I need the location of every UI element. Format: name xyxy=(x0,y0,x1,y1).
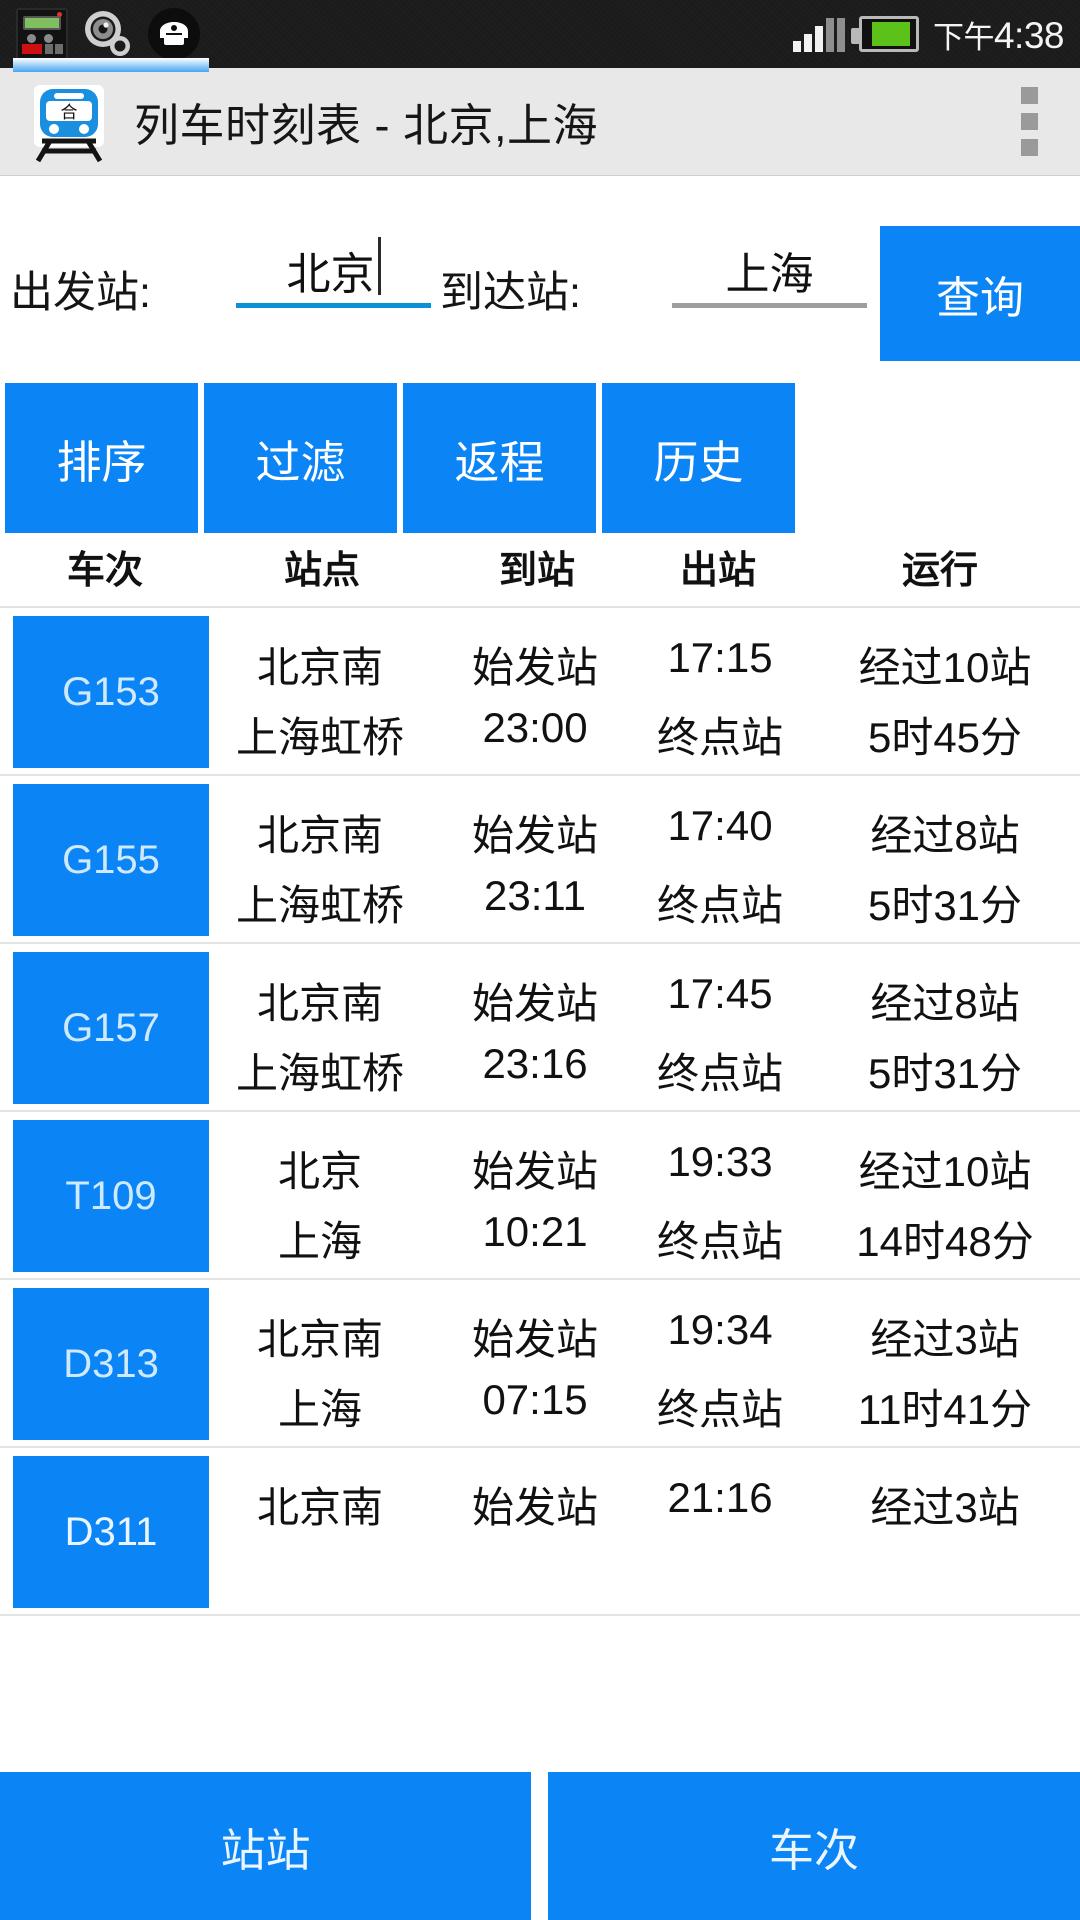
table-row[interactable]: D313 北京南 始发站 19:34 经过3站上海 07:15 终点站 11时41分 xyxy=(0,1280,1080,1448)
cell-depart: 终点站 xyxy=(656,1386,784,1433)
column-header-4[interactable]: 出站 xyxy=(680,539,756,594)
table-row[interactable]: T109 北京 始发站 19:33 经过10站上海 10:21 终点站 14时48分 xyxy=(0,1112,1080,1280)
tool-button-row: 排序 过滤 返程 历史 xyxy=(0,383,1080,533)
train-list[interactable]: G153 北京南 始发站 17:15 经过10站 上海虹桥 23:00 终点站 5时45分 G15… xyxy=(0,608,1080,1772)
column-header-1[interactable]: 车次 xyxy=(67,539,143,594)
gears-icon xyxy=(82,8,134,60)
status-clock: 下午4:38 xyxy=(932,12,1065,57)
tool-button-3[interactable]: 返程 xyxy=(403,383,596,533)
train-number-button[interactable]: 车次 xyxy=(548,1772,1080,1920)
cell-station: 北京南 xyxy=(256,812,384,859)
cell-arrive: 始发站 xyxy=(471,1148,599,1195)
svg-text:合: 合 xyxy=(61,103,78,122)
cell-arrive: 23:16 xyxy=(482,1040,588,1087)
cell-station: 北京南 xyxy=(256,1316,384,1363)
cell-run: 11时41分 xyxy=(857,1386,1033,1433)
table-row[interactable]: G155 北京南 始发站 17:40 经过8站上海虹桥 23:11 终点站 5时31分 xyxy=(0,776,1080,944)
phone-icon xyxy=(148,8,200,60)
status-right-zone: 下午4:38 xyxy=(792,12,1080,57)
cell-run: 经过8站 xyxy=(870,980,1020,1027)
train-number-badge: T109 xyxy=(13,1120,209,1272)
cell-depart: 19:34 xyxy=(667,1306,773,1353)
cell-station: 北京 xyxy=(277,1148,363,1195)
tool-button-1[interactable]: 排序 xyxy=(5,383,198,533)
cell-run: 14时48分 xyxy=(856,1218,1034,1265)
app-title-bar: 合 列车时刻表 - 北京,上海 xyxy=(0,68,1080,176)
station-to-station-button[interactable]: 站站 xyxy=(0,1772,531,1920)
cell-arrive: 始发站 xyxy=(471,1484,599,1531)
table-row[interactable]: G157 北京南 始发站 17:45 经过8站上海虹桥 23:16 终点站 5时31分 xyxy=(0,944,1080,1112)
query-button[interactable]: 查询 xyxy=(880,226,1080,361)
cell-depart: 17:15 xyxy=(667,634,773,681)
to-station-input[interactable]: 上海 xyxy=(672,236,867,308)
cell-depart: 17:40 xyxy=(667,802,773,849)
cell-arrive: 23:11 xyxy=(484,872,586,919)
cell-arrive: 07:15 xyxy=(482,1376,588,1423)
cell-run: 5时45分 xyxy=(867,714,1023,761)
cell-station: 北京南 xyxy=(256,644,384,691)
cell-station: 上海虹桥 xyxy=(235,714,405,761)
train-number-badge: G153 xyxy=(13,616,209,768)
cell-run: 经过10站 xyxy=(858,644,1032,691)
sort-indicator-bar xyxy=(13,58,209,72)
cell-arrive: 始发站 xyxy=(471,644,599,691)
tool-button-2[interactable]: 过滤 xyxy=(204,383,397,533)
cell-station: 上海 xyxy=(277,1386,363,1433)
signal-bars-icon xyxy=(792,16,845,52)
cell-depart: 终点站 xyxy=(656,882,784,929)
bottom-button-bar: 站站 车次 xyxy=(0,1772,1080,1920)
column-header-3[interactable]: 到站 xyxy=(499,539,575,594)
cell-arrive: 23:00 xyxy=(482,704,588,751)
cell-station: 上海虹桥 xyxy=(235,1050,405,1097)
cell-station: 北京南 xyxy=(256,980,384,1027)
page-title: 列车时刻表 - 北京,上海 xyxy=(134,100,598,151)
cell-depart: 终点站 xyxy=(656,1218,784,1265)
to-station-label: 到达站: xyxy=(440,269,581,317)
notification-icons xyxy=(0,8,200,60)
recorder-icon xyxy=(16,8,68,60)
table-row[interactable]: G153 北京南 始发站 17:15 经过10站上海虹桥 23:00 终点站 5时45分 xyxy=(0,608,1080,776)
to-station-value: 上海 xyxy=(725,249,814,299)
clock-ampm: 下午 xyxy=(932,19,995,55)
cell-station: 上海 xyxy=(277,1218,363,1265)
overflow-menu-icon[interactable] xyxy=(1012,79,1046,165)
cell-run: 5时31分 xyxy=(867,882,1023,929)
cell-arrive: 始发站 xyxy=(471,980,599,1027)
from-station-value: 北京 xyxy=(286,249,375,299)
cell-run: 经过3站 xyxy=(870,1316,1020,1363)
train-number-badge: D313 xyxy=(13,1288,209,1440)
cell-depart: 21:16 xyxy=(667,1474,773,1521)
table-header: 车次 站点 到站 出站 运行 xyxy=(0,533,1080,608)
train-app-icon: 合 xyxy=(26,79,112,165)
cell-run: 经过3站 xyxy=(870,1484,1020,1531)
cell-run: 经过10站 xyxy=(858,1148,1032,1195)
table-row[interactable]: D311 北京南 始发站 21:16 经过3站 xyxy=(0,1448,1080,1616)
tool-button-4[interactable]: 历史 xyxy=(602,383,795,533)
cell-arrive: 10:21 xyxy=(482,1208,588,1255)
cell-depart: 终点站 xyxy=(656,1050,784,1097)
text-caret xyxy=(377,236,381,295)
cell-depart: 19:33 xyxy=(667,1138,773,1185)
cell-depart: 终点站 xyxy=(656,714,784,761)
cell-arrive: 始发站 xyxy=(471,812,599,859)
from-station-label: 出发站: xyxy=(10,269,151,317)
cell-arrive: 始发站 xyxy=(471,1316,599,1363)
battery-icon xyxy=(850,16,919,52)
cell-station: 上海虹桥 xyxy=(235,882,405,929)
train-number-badge: D311 xyxy=(13,1456,209,1608)
train-number-badge: G155 xyxy=(13,784,209,936)
cell-depart: 17:45 xyxy=(667,970,773,1017)
cell-station: 北京南 xyxy=(256,1484,384,1531)
column-header-2[interactable]: 站点 xyxy=(284,539,360,594)
train-number-badge: G157 xyxy=(13,952,209,1104)
cell-run: 经过8站 xyxy=(870,812,1020,859)
from-station-input[interactable]: 北京 xyxy=(236,236,431,308)
cell-run: 5时31分 xyxy=(867,1050,1023,1097)
clock-time: 4:38 xyxy=(993,14,1065,56)
column-header-5[interactable]: 运行 xyxy=(902,539,978,594)
